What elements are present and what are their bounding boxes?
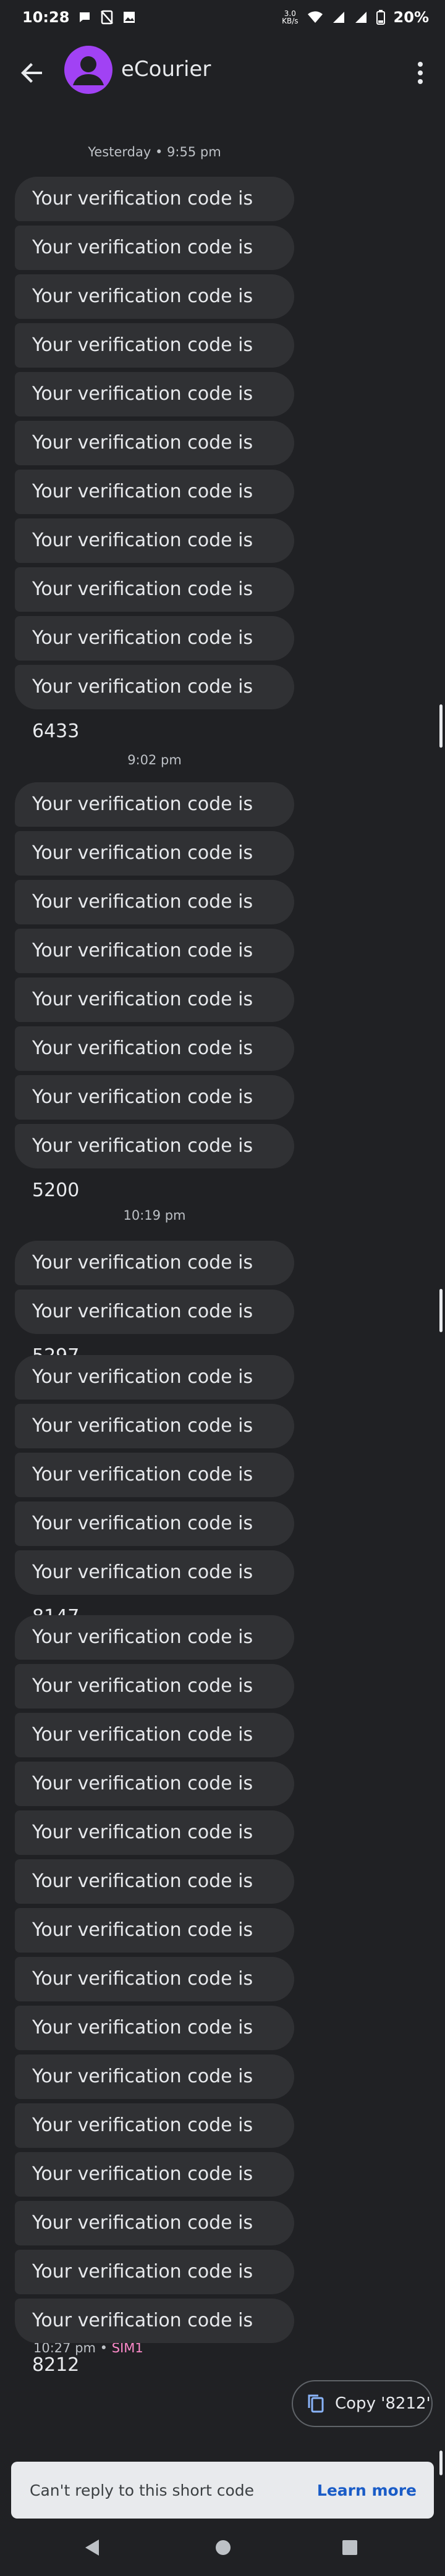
message-bubble[interactable]: Your verification code is 5358: [15, 1810, 294, 1888]
message-bubble[interactable]: Your verification code is 4491: [15, 2006, 294, 2083]
message-bubble[interactable]: Your verification code is 2200: [15, 1615, 294, 1692]
message-bubble[interactable]: Your verification code is 8974: [15, 831, 294, 908]
back-arrow-icon[interactable]: [17, 58, 47, 88]
message-bubble[interactable]: Your verification code is 7854: [15, 1859, 294, 1936]
recents-nav-icon[interactable]: [341, 2539, 358, 2556]
message-bubble[interactable]: Your verification code is 5939: [15, 226, 294, 303]
copy-icon: [308, 2394, 324, 2413]
message-bubble[interactable]: Your verification code is 4940: [15, 782, 294, 859]
status-bar: 10:28 3.0 KB/s 20%: [0, 0, 445, 35]
no-sim-icon: [101, 10, 114, 25]
message-bubble[interactable]: Your verification code is 3859: [15, 518, 294, 596]
message-bubble[interactable]: Your verification code is 6039: [15, 1241, 294, 1318]
message-bubble[interactable]: Your verification code is 8456: [15, 1355, 294, 1432]
status-time: 10:28: [22, 9, 70, 26]
message-bubble[interactable]: Your verification code is 7143: [15, 2103, 294, 2181]
status-right: 3.0 KB/s 20%: [282, 9, 429, 26]
message-bubble[interactable]: Your verification code is 1437: [15, 470, 294, 547]
message-bubble[interactable]: Your verification code is 9750: [15, 880, 294, 957]
app-bar: eCourier: [0, 35, 445, 106]
contact-name[interactable]: eCourier: [121, 57, 211, 82]
scrollbar-thumb-2[interactable]: [439, 1289, 443, 1332]
copy-chip-label: Copy '8212': [335, 2394, 431, 2413]
status-left: 10:28: [22, 9, 136, 26]
message-bubble[interactable]: Your verification code is 1650: [15, 274, 294, 352]
person-icon: [73, 56, 104, 85]
gallery-notification-icon: [124, 12, 135, 23]
message-bubble[interactable]: Your verification code is 4584: [15, 1957, 294, 2034]
message-bubble[interactable]: Your verification code is 6433: [15, 665, 294, 742]
avatar[interactable]: [64, 46, 112, 94]
battery-percent: 20%: [393, 9, 429, 26]
battery-icon: [376, 10, 385, 25]
more-options-icon[interactable]: [410, 58, 430, 88]
message-bubble[interactable]: Your verification code is 4578: [15, 1501, 294, 1579]
wifi-icon: [307, 11, 323, 23]
message-bubble[interactable]: Your verification code is 8072: [15, 1404, 294, 1481]
message-bubble[interactable]: Your verification code is 5109: [15, 616, 294, 693]
message-bubble[interactable]: Your verification code is 1339: [15, 1908, 294, 1985]
message-bubble[interactable]: Your verification code is 2079: [15, 2054, 294, 2132]
message-bubble[interactable]: Your verification code is 8212: [15, 2299, 294, 2376]
message-bubble[interactable]: Your verification code is 5297: [15, 1290, 294, 1367]
message-bubble[interactable]: Your verification code is 6203: [15, 2152, 294, 2229]
message-bubble[interactable]: Your verification code is 1458: [15, 372, 294, 449]
network-speed: 3.0 KB/s: [282, 9, 299, 25]
message-bubble[interactable]: Your verification code is 6909: [15, 421, 294, 498]
chat-notification-icon: [80, 12, 90, 22]
date-separator: 9:02 pm: [127, 753, 182, 767]
signal-icon-2: [355, 12, 367, 23]
signal-icon: [333, 12, 344, 23]
message-bubble[interactable]: Your verification code is 9435: [15, 1664, 294, 1741]
back-nav-icon[interactable]: [83, 2538, 101, 2557]
message-bubble[interactable]: Your verification code is 3216: [15, 1453, 294, 1530]
banner-message: Can't reply to this short code: [30, 2481, 255, 2499]
navigation-bar: [0, 2519, 445, 2576]
message-bubble[interactable]: Your verification code is 2007: [15, 2201, 294, 2278]
learn-more-link[interactable]: Learn more: [317, 2481, 417, 2499]
message-bubble[interactable]: Your verification code is 8147: [15, 1550, 294, 1628]
scrollbar-thumb[interactable]: [439, 704, 443, 748]
copy-code-chip[interactable]: Copy '8212': [292, 2380, 433, 2427]
date-separator: Yesterday • 9:55 pm: [88, 145, 221, 159]
message-bubble[interactable]: Your verification code is 7604: [15, 177, 294, 254]
message-bubble[interactable]: Your verification code is 5421: [15, 567, 294, 644]
message-bubble[interactable]: Your verification code is 5200: [15, 1124, 294, 1201]
message-bubble[interactable]: Your verification code is 7013: [15, 2250, 294, 2327]
scrollbar-thumb-3[interactable]: [439, 2451, 443, 2475]
message-bubble[interactable]: Your verification code is 6701: [15, 978, 294, 1055]
date-separator: 10:19 pm: [123, 1208, 186, 1223]
message-bubble[interactable]: Your verification code is 9527: [15, 1762, 294, 1839]
message-bubble[interactable]: Your verification code is 1901: [15, 1075, 294, 1152]
message-bubble[interactable]: Your verification code is 4765: [15, 1026, 294, 1104]
message-bubble[interactable]: Your verification code is 5049: [15, 929, 294, 1006]
message-bubble[interactable]: Your verification code is 6997: [15, 1713, 294, 1790]
home-nav-icon[interactable]: [214, 2538, 232, 2557]
reply-banner: Can't reply to this short code Learn mor…: [11, 2462, 434, 2519]
message-bubble[interactable]: Your verification code is 2659: [15, 323, 294, 400]
